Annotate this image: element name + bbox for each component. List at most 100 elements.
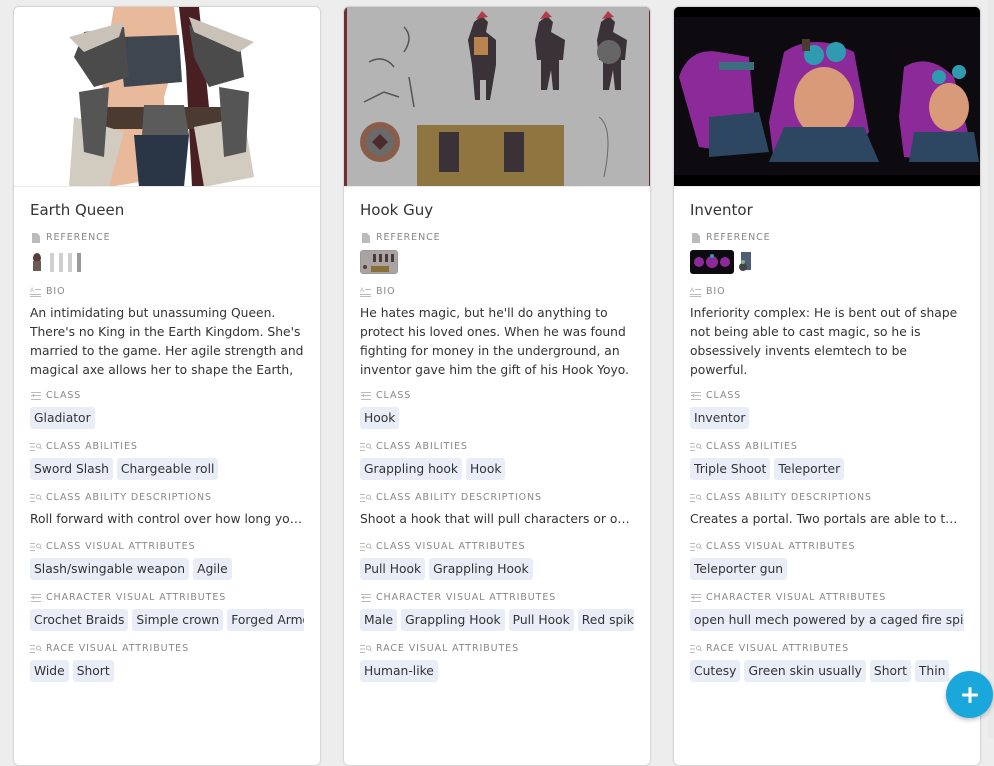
chip[interactable]: Cutesy [690,660,741,682]
card-title[interactable]: Inventor [690,200,964,220]
chip[interactable]: Agile [193,558,232,580]
chip[interactable]: Red spiky hair [577,609,634,631]
card-title[interactable]: Earth Queen [30,200,304,220]
field-label-text: Class Ability Descriptions [46,492,212,503]
reference-thumbnail[interactable] [690,250,734,274]
field-bio: A Bio An intimidating but unassuming Que… [30,286,304,380]
field-label-text: Bio [706,286,726,297]
chip[interactable]: Simple crown [132,609,224,631]
field-bio: A Bio He hates magic, but he'll do anyth… [360,286,634,380]
field-class: Class Gladiator [30,390,304,429]
reference-thumbnail[interactable] [47,250,83,274]
vertical-scrollbar[interactable] [988,0,994,738]
chip-list: Grappling hook Hook [360,458,634,480]
field-label-text: Race Visual Attributes [706,643,850,654]
chip[interactable]: Thin [914,660,950,682]
chip[interactable]: open hull mech powered by a caged fire s… [690,609,964,631]
add-record-button[interactable] [946,671,993,718]
chip[interactable]: Male [360,609,398,631]
chip[interactable]: Short [869,660,911,682]
chip-list: Sword Slash Chargeable roll [30,458,304,480]
ability-description-text: Roll forward with control over how long … [30,512,304,526]
field-reference: Reference [690,232,964,274]
long-text-icon: A [690,287,701,297]
field-class-abilities: Class Abilities Grappling hook Hook [360,441,634,480]
field-class-visual-attributes: Class Visual Attributes Slash/swingable … [30,541,304,580]
record-card[interactable]: Earth Queen Reference A [13,6,321,766]
field-class-ability-descriptions: Class Ability Descriptions Creates a por… [690,492,964,529]
chip[interactable]: Green skin usually [744,660,866,682]
reference-thumbnail[interactable] [737,250,753,274]
chip-list: Pull Hook Grappling Hook [360,558,634,580]
link-record-icon [691,594,701,602]
chip[interactable]: Forged Armor [227,609,304,631]
field-class-abilities: Class Abilities Sword Slash Chargeable ro… [30,441,304,480]
lookup-icon [690,645,702,653]
lookup-icon [30,494,42,502]
chip[interactable]: Gladiator [30,407,95,429]
chip[interactable]: Grappling hook [360,458,463,480]
chip[interactable]: Grappling Hook [401,609,505,631]
field-class: Class Inventor [690,390,964,429]
field-reference: Reference [360,232,634,274]
chip[interactable]: Chargeable roll [116,458,219,480]
record-card[interactable]: Hook Guy Reference A Bio He hates magic [343,6,651,766]
chip-list: Wide Short [30,660,304,682]
attachment-icon [362,233,370,243]
chip[interactable]: Teleporter [774,458,845,480]
chip[interactable]: Wide [30,660,69,682]
chip[interactable]: Pull Hook [508,609,574,631]
field-label-text: Class Ability Descriptions [706,492,872,503]
chip[interactable]: Hook [360,407,400,429]
chip[interactable]: Short [72,660,114,682]
chip[interactable]: Crochet Braids [30,609,129,631]
reference-thumbnail[interactable] [360,250,398,274]
link-record-icon [31,594,41,602]
field-race-visual-attributes: Race Visual Attributes Human-like [360,643,634,682]
cover-image [14,7,320,187]
card-title[interactable]: Hook Guy [360,200,634,220]
field-class-visual-attributes: Class Visual Attributes Teleporter gun [690,541,964,580]
field-label-text: Class Abilities [706,441,798,452]
field-character-visual-attributes: Character Visual Attributes Male Grapplin… [360,592,634,631]
chip[interactable]: Slash/swingable weapon [30,558,190,580]
link-record-icon [31,392,41,400]
lookup-icon [360,543,372,551]
field-label-text: Class Abilities [46,441,138,452]
field-character-visual-attributes: Character Visual Attributes open hull me… [690,592,964,631]
chip[interactable]: Inventor [690,407,750,429]
cover-image [674,7,980,187]
lookup-icon [360,645,372,653]
chip[interactable]: Hook [466,458,506,480]
field-class: Class Hook [360,390,634,429]
field-race-visual-attributes: Race Visual Attributes Wide Short [30,643,304,682]
chip-list: open hull mech powered by a caged fire s… [690,609,964,631]
attachment-icon [692,233,700,243]
lookup-icon [30,543,42,551]
chip[interactable]: Grappling Hook [429,558,533,580]
field-character-visual-attributes: Character Visual Attributes Crochet Brai… [30,592,304,631]
chip[interactable]: Pull Hook [360,558,426,580]
long-text-icon: A [30,287,41,297]
field-label-text: Bio [376,286,396,297]
record-card[interactable]: Inventor Reference A [673,6,981,766]
chip-list: Cutesy Green skin usually Short Thin [690,660,964,682]
chip[interactable]: Triple Shoot [690,458,771,480]
field-label-text: Reference [46,232,111,243]
chip-list: MaleGrappling HookPull HookRed spiky hai… [360,609,634,631]
field-class-visual-attributes: Class Visual Attributes Pull Hook Grappli… [360,541,634,580]
chip-list: Inventor [690,407,964,429]
reference-thumbnail[interactable] [30,250,44,274]
field-class-ability-descriptions: Class Ability Descriptions Shoot a hook … [360,492,634,529]
field-label-text: Class [46,390,82,401]
field-label-text: Class Ability Descriptions [376,492,542,503]
chip[interactable]: Sword Slash [30,458,113,480]
chip-list: Slash/swingable weapon Agile [30,558,304,580]
chip[interactable]: Human-like [360,660,438,682]
chip[interactable]: Teleporter gun [690,558,788,580]
chip-list: Crochet BraidsSimple crownForged Armor [30,609,304,631]
field-label-text: Character Visual Attributes [376,592,557,603]
chip-list: Teleporter gun [690,558,964,580]
field-label-text: Reference [706,232,771,243]
bio-text: He hates magic, but he'll do anything to… [360,306,630,377]
